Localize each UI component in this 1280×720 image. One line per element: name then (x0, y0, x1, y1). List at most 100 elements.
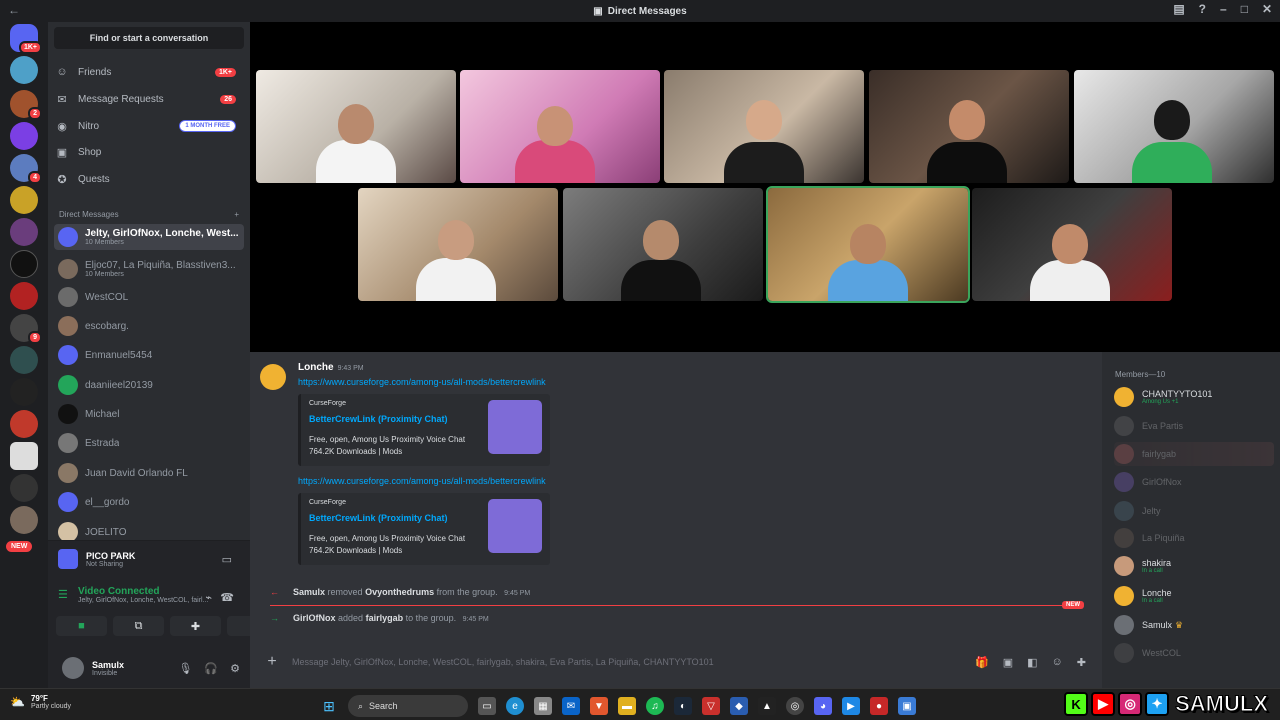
emoji-icon[interactable]: ☺ (1052, 656, 1063, 669)
noise-suppression-icon[interactable]: ⌁ (205, 591, 212, 604)
screen-share-icon[interactable]: ▭ (222, 553, 232, 566)
embed-thumbnail[interactable] (488, 400, 542, 454)
embed-provider[interactable]: CurseForge (309, 400, 346, 407)
maximize-button[interactable]: □ (1241, 2, 1248, 16)
minimize-button[interactable]: – (1220, 2, 1227, 16)
dm-item[interactable]: Jelty, GirlOfNox, Lonche, West... 10 Memb… (54, 224, 244, 250)
folder-icon[interactable]: ▬ (618, 697, 636, 715)
message-input[interactable]: Message Jelty, GirlOfNox, Lonche, WestCO… (292, 657, 963, 667)
find-conversation-button[interactable]: Find or start a conversation (54, 27, 244, 49)
video-tile[interactable] (563, 188, 763, 301)
member-item[interactable]: Jelty (1114, 499, 1274, 523)
steam-icon[interactable]: ◐ (674, 697, 692, 715)
server-icon[interactable] (10, 410, 38, 438)
member-item[interactable]: Samulx ♛ (1114, 613, 1274, 637)
server-icon[interactable] (10, 378, 38, 406)
video-tile[interactable] (869, 70, 1069, 183)
start-icon[interactable]: ⊞ (320, 697, 338, 715)
discord-icon[interactable]: ◕ (814, 697, 832, 715)
embed-title[interactable]: BetterCrewLink (Proximity Chat) (309, 513, 448, 523)
dm-item[interactable]: Enmanuel5454 (54, 342, 244, 368)
video-tile[interactable] (460, 70, 660, 183)
mic-icon[interactable]: 🎙 (178, 662, 192, 675)
server-icon[interactable]: 4 (10, 154, 42, 184)
inbox-icon[interactable]: ▤ (1173, 2, 1184, 16)
home-button[interactable]: 1K+ (10, 24, 42, 54)
app-icon[interactable]: ● (870, 697, 888, 715)
member-item[interactable]: GirlOfNox (1114, 470, 1274, 494)
dm-item[interactable]: escobarg. (54, 313, 244, 339)
server-icon[interactable] (10, 122, 38, 150)
member-item[interactable]: Eva Partis (1114, 414, 1274, 438)
nav-message-requests[interactable]: ✉ Message Requests 26 (56, 87, 236, 111)
app-icon[interactable]: ▣ (898, 697, 916, 715)
mail-app-icon[interactable]: ✉ (562, 697, 580, 715)
screen-share-button[interactable]: ⧉ (113, 616, 164, 636)
avatar[interactable] (260, 364, 286, 390)
server-icon[interactable] (10, 474, 38, 502)
message-link[interactable]: https://www.curseforge.com/among-us/all-… (298, 476, 546, 486)
voice-connection[interactable]: ☰ Video Connected Jelty, GirlOfNox, Lonc… (58, 586, 208, 604)
settings-gear-icon[interactable]: ⚙ (230, 662, 240, 675)
activities-button[interactable]: ✚ (170, 616, 221, 636)
disconnect-icon[interactable]: ☎ (220, 591, 234, 604)
member-item[interactable]: fairlygab (1114, 442, 1274, 466)
member-item[interactable]: shakira In a call (1114, 554, 1274, 578)
spotify-icon[interactable]: ♫ (646, 697, 664, 715)
server-icon[interactable]: 9 (10, 314, 42, 344)
headphones-icon[interactable]: 🎧 (204, 662, 218, 675)
member-item[interactable]: WestCOL (1114, 641, 1274, 665)
gif-icon[interactable]: ▣ (1003, 656, 1013, 669)
message-composer[interactable]: + Message Jelty, GirlOfNox, Lonche, West… (260, 646, 1094, 678)
dm-item[interactable]: Eljoc07, La Piquiña, Blasstiven3... 10 Me… (54, 256, 244, 282)
nav-nitro[interactable]: ◉ Nitro 1 MONTH FREE (56, 114, 236, 138)
embed-provider[interactable]: CurseForge (309, 499, 346, 506)
app-icon[interactable]: ▶ (842, 697, 860, 715)
server-icon[interactable] (10, 346, 38, 374)
member-item[interactable]: Lonche In a call (1114, 584, 1274, 608)
edge-icon[interactable]: e (506, 697, 524, 715)
member-item[interactable]: La Piquiña (1114, 526, 1274, 550)
apps-icon[interactable]: ✚ (1077, 656, 1086, 669)
video-tile[interactable] (358, 188, 558, 301)
video-tile[interactable] (256, 70, 456, 183)
attach-plus-icon[interactable]: + (264, 653, 280, 671)
embed-title[interactable]: BetterCrewLink (Proximity Chat) (309, 414, 448, 424)
video-tile[interactable] (972, 188, 1172, 301)
member-item[interactable]: CHANTYYTO101 Among Us +1 (1114, 385, 1274, 409)
sticker-icon[interactable]: ◧ (1027, 656, 1037, 669)
new-servers-pill[interactable]: NEW (6, 541, 33, 552)
server-icon[interactable] (10, 506, 38, 534)
task-view-icon[interactable]: ▭ (478, 697, 496, 715)
video-tile-speaking[interactable] (766, 186, 970, 303)
activity-status[interactable]: PICO PARK Not Sharing (58, 549, 135, 569)
server-icon[interactable] (10, 186, 38, 214)
server-icon[interactable] (10, 56, 38, 84)
chrome-icon[interactable]: ◎ (786, 697, 804, 715)
video-tile[interactable] (1074, 70, 1274, 183)
dm-item[interactable]: Michael (54, 401, 244, 427)
avatar[interactable] (62, 657, 84, 679)
gift-icon[interactable]: 🎁 (975, 656, 989, 669)
close-button[interactable]: ✕ (1262, 2, 1272, 16)
store-icon[interactable]: ▦ (534, 697, 552, 715)
dm-item[interactable]: el__gordo (54, 489, 244, 515)
back-arrow-icon[interactable]: ← (8, 3, 20, 17)
video-tile[interactable] (664, 70, 864, 183)
server-icon[interactable]: 2 (10, 90, 42, 120)
add-dm-icon[interactable]: + (234, 210, 239, 219)
nav-quests[interactable]: ✪ Quests (56, 167, 236, 191)
app-icon[interactable]: ▲ (758, 697, 776, 715)
dm-item[interactable]: Estrada (54, 430, 244, 456)
message-author[interactable]: Lonche 9:43 PM (298, 362, 364, 373)
app-icon[interactable]: ◆ (730, 697, 748, 715)
server-icon[interactable] (10, 282, 38, 310)
nav-friends[interactable]: ☺ Friends 1K+ (56, 60, 236, 84)
help-icon[interactable]: ? (1199, 2, 1206, 16)
dm-item[interactable]: WestCOL (54, 284, 244, 310)
server-icon[interactable] (10, 218, 38, 246)
nav-shop[interactable]: ▣ Shop (56, 140, 236, 164)
message-link[interactable]: https://www.curseforge.com/among-us/all-… (298, 377, 546, 387)
server-icon[interactable] (10, 250, 38, 278)
camera-button[interactable]: ■ (56, 616, 107, 636)
